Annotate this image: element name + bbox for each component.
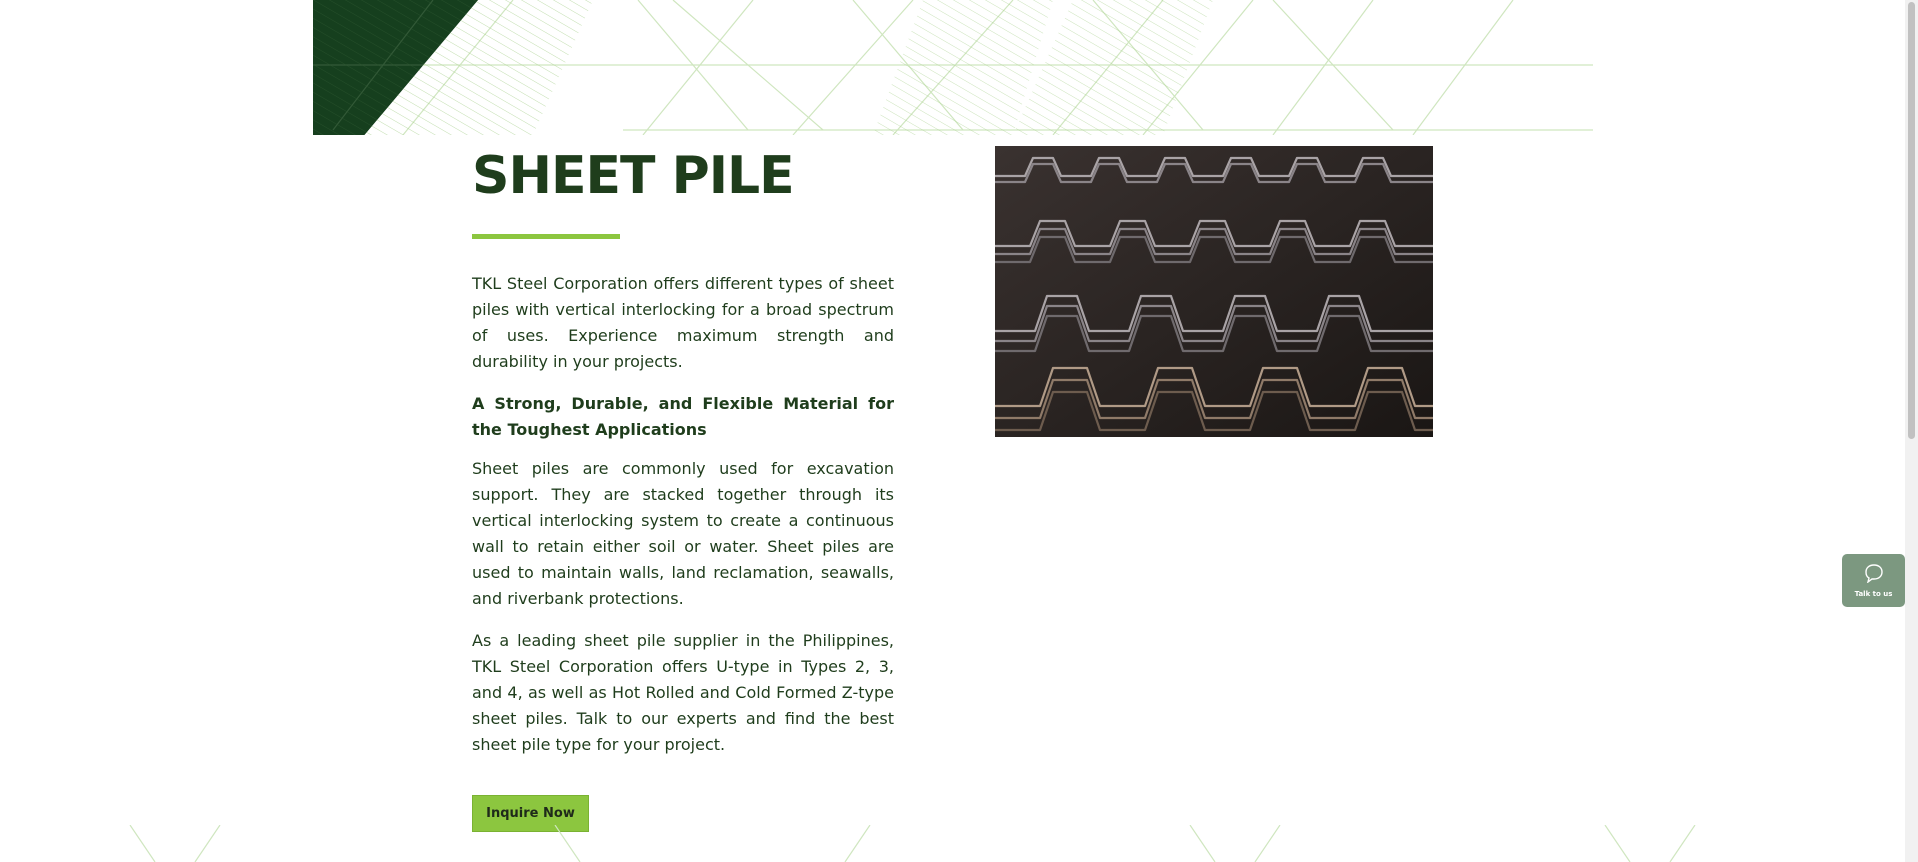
body-paragraph-2: As a leading sheet pile supplier in the … xyxy=(472,631,894,754)
intro-paragraph: TKL Steel Corporation offers different t… xyxy=(472,274,894,371)
talk-to-us-widget[interactable]: Talk to us xyxy=(1842,554,1905,607)
chat-bubble-icon xyxy=(1863,563,1885,587)
product-intro: SHEET PILE TKL Steel Corporation offers … xyxy=(472,140,894,758)
footer-pattern xyxy=(129,825,1696,862)
body-paragraph-1: Sheet piles are commonly used for excava… xyxy=(472,459,894,608)
page-title: SHEET PILE xyxy=(472,146,795,206)
talk-to-us-label: Talk to us xyxy=(1854,590,1893,598)
header-pattern xyxy=(313,0,1593,135)
scrollbar-thumb[interactable] xyxy=(1908,2,1915,439)
title-underline xyxy=(472,234,620,239)
sheet-pile-photo xyxy=(995,146,1433,437)
section-subheading: A Strong, Durable, and Flexible Material… xyxy=(472,394,894,439)
page-scrollbar[interactable] xyxy=(1905,0,1918,862)
